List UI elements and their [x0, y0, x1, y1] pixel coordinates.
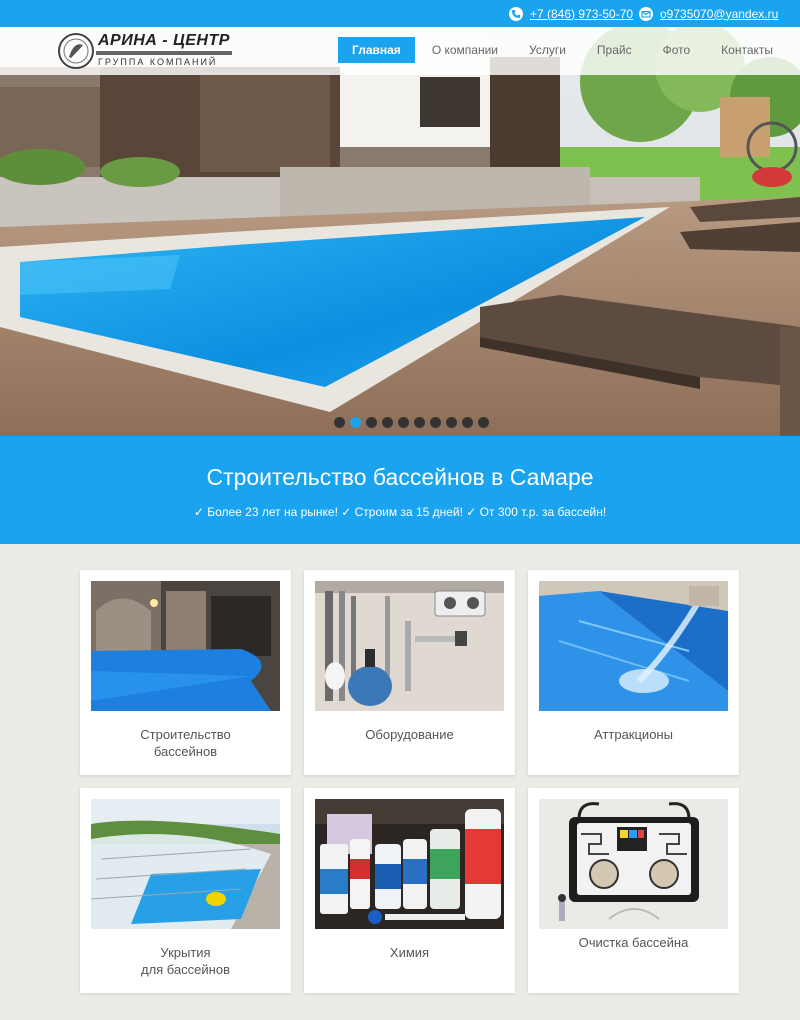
banner-tagline: ✓ Более 23 лет на рынке! ✓ Строим за 15 … — [193, 505, 607, 519]
slider-dot[interactable] — [366, 417, 377, 428]
card-label: Аттракционы — [594, 727, 673, 742]
service-card-equipment[interactable]: Оборудование — [304, 570, 515, 775]
card-image-equipment — [315, 581, 504, 711]
service-card-covers[interactable]: Укрытия для бассейнов — [80, 788, 291, 993]
logo-subtitle: ГРУППА КОМПАНИЙ — [98, 57, 218, 67]
slider-dot-active[interactable] — [350, 417, 361, 428]
email-contact[interactable]: o9735070@yandex.ru — [639, 5, 778, 22]
slider-dot[interactable] — [414, 417, 425, 428]
card-label: Укрытия для бассейнов — [140, 945, 230, 977]
phone-icon — [509, 6, 523, 21]
email-link[interactable]: o9735070@yandex.ru — [660, 7, 778, 21]
nav-item-prices[interactable]: Прайс — [583, 37, 646, 63]
slider-dot[interactable] — [446, 417, 457, 428]
card-label: Химия — [389, 945, 430, 960]
logo-title: АРИНА - ЦЕНТР — [98, 32, 230, 49]
nav-item-contacts[interactable]: Контакты — [707, 37, 787, 63]
banner-title: Строительство бассейнов в Самаре — [206, 464, 594, 490]
card-label: Очистка бассейна — [578, 935, 689, 950]
card-image-chemicals — [315, 799, 504, 929]
company-logo[interactable]: АРИНА - ЦЕНТР ГРУППА КОМПАНИЙ — [56, 31, 236, 71]
card-image-dosing-station — [539, 799, 728, 929]
service-card-construction[interactable]: Строительство бассейнов — [80, 570, 291, 775]
service-card-attractions[interactable]: Аттракционы — [528, 570, 739, 775]
card-label: Оборудование — [365, 727, 454, 742]
slider-dot[interactable] — [478, 417, 489, 428]
phone-contact[interactable]: +7 (846) 973-50-70 — [509, 5, 633, 22]
site-header: АРИНА - ЦЕНТР ГРУППА КОМПАНИЙ Главная О … — [0, 27, 800, 75]
nav-item-about[interactable]: О компании — [418, 37, 512, 63]
mail-icon — [639, 6, 653, 21]
phone-link[interactable]: +7 (846) 973-50-70 — [530, 7, 633, 21]
slider-dot[interactable] — [382, 417, 393, 428]
service-card-cleaning[interactable]: Очистка бассейна — [528, 788, 739, 993]
slider-dot[interactable] — [462, 417, 473, 428]
card-image-indoor-pool — [91, 581, 280, 711]
card-label: Строительство бассейнов — [140, 727, 231, 759]
card-image-pool-cover — [91, 799, 280, 929]
card-image-attractions — [539, 581, 728, 711]
hero-banner: Строительство бассейнов в Самаре ✓ Более… — [0, 436, 800, 544]
slider-pagination — [334, 417, 494, 428]
nav-item-home[interactable]: Главная — [338, 37, 415, 63]
hero-slider-image — [0, 27, 800, 436]
top-contact-bar: +7 (846) 973-50-70 o9735070@yandex.ru — [0, 0, 800, 27]
service-card-chemicals[interactable]: Химия — [304, 788, 515, 993]
slider-dot[interactable] — [430, 417, 441, 428]
main-nav: Главная О компании Услуги Прайс Фото Кон… — [338, 37, 790, 63]
slider-dot[interactable] — [334, 417, 345, 428]
nav-item-photo[interactable]: Фото — [649, 37, 705, 63]
nav-item-services[interactable]: Услуги — [515, 37, 580, 63]
slider-dot[interactable] — [398, 417, 409, 428]
